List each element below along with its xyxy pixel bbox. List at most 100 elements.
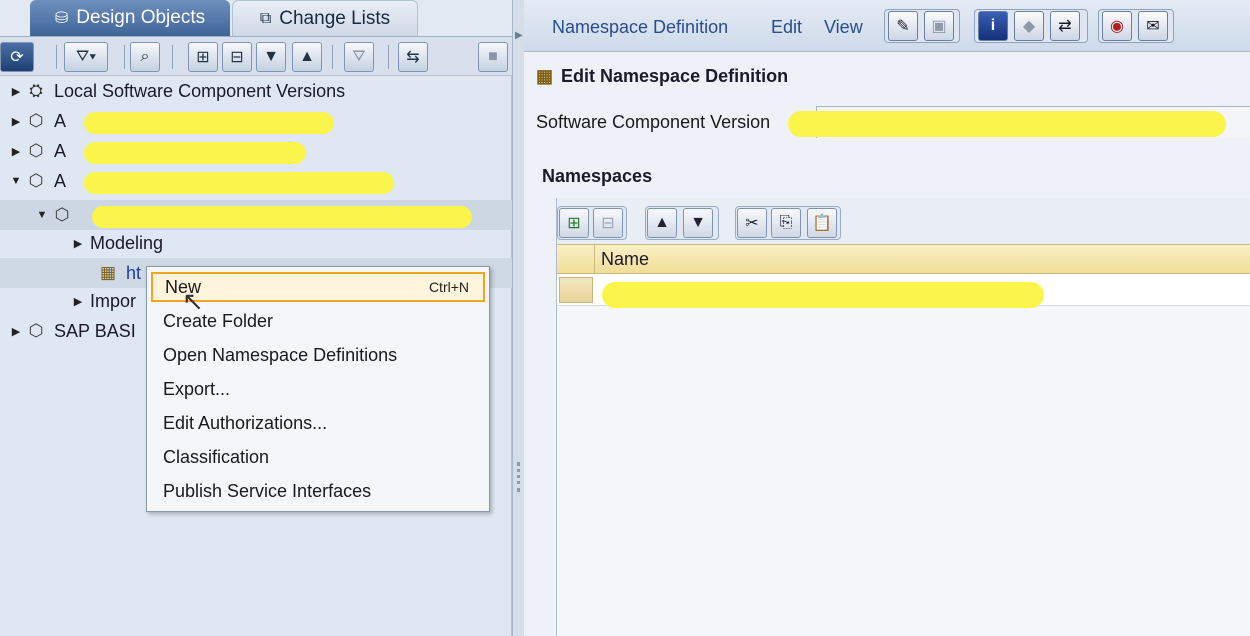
arrow-up-icon[interactable]: ▲ (292, 42, 322, 72)
tab-change-lists-label: Change Lists (279, 7, 391, 29)
software-component-version-label: Software Component Version (536, 112, 771, 132)
row-selector[interactable] (559, 277, 593, 303)
editor-pane: Namespace Definition Edit View ✎ ▣ i ◆ ⇄… (524, 0, 1250, 636)
edit-pencil-icon[interactable]: ✎ (888, 11, 918, 41)
arrow-down-icon[interactable]: ▼ (256, 42, 286, 72)
paste-icon[interactable]: 📋 (807, 208, 837, 238)
navigation-tabs: ⛁ Design Objects ⧉ Change Lists (0, 0, 512, 36)
chevron-right-icon[interactable]: ▶ (70, 237, 86, 250)
menu-item-export[interactable]: Export... (151, 374, 485, 404)
chevron-right-icon[interactable]: ▶ (8, 325, 24, 338)
save-icon[interactable]: ▣ (924, 11, 954, 41)
chevron-right-icon[interactable]: ▶ (70, 295, 86, 308)
toolbar-separator (124, 45, 125, 69)
expand-all-icon[interactable]: ⊞ (188, 42, 218, 72)
menu-item-label: Open Namespace Definitions (163, 344, 398, 365)
table-header: Name (557, 244, 1250, 274)
tree-item-label: A (54, 110, 67, 131)
namespaces-table: ⊞ ⊟ ▲ ▼ ✂ ⎘ 📋 Name (556, 198, 1250, 636)
mouse-cursor-icon: ↖ (182, 286, 204, 316)
tree-item-component-1[interactable]: ▶ ⬡ A (8, 106, 66, 136)
chevron-right-icon[interactable]: ▶ (8, 115, 24, 128)
menu-item-label: Export... (163, 378, 231, 399)
cube-icon: ⬡ (28, 171, 44, 190)
tree-item-label: SAP BASI (54, 320, 136, 341)
toolbar-separator (172, 45, 173, 69)
tab-design-objects[interactable]: ⛁ Design Objects (30, 0, 230, 36)
tab-change-lists[interactable]: ⧉ Change Lists (232, 0, 418, 36)
info-icon[interactable]: i (978, 11, 1008, 41)
tree-item-component-3[interactable]: ▼ ⬡ A (8, 166, 66, 196)
cut-icon[interactable]: ✂ (737, 208, 767, 238)
menu-item-edit-authorizations[interactable]: Edit Authorizations... (151, 408, 485, 438)
move-up-icon[interactable]: ▲ (647, 208, 677, 238)
toolbar-separator (388, 45, 389, 69)
redaction-highlight (84, 172, 394, 194)
filter-disabled-icon[interactable]: ⛛ (344, 42, 374, 72)
delete-row-icon[interactable]: ⊟ (593, 208, 623, 238)
redaction-highlight (84, 112, 334, 134)
insert-row-icon[interactable]: ⊞ (559, 208, 589, 238)
tree-item-local-scv[interactable]: ▶ ⛭ Local Software Component Versions (8, 76, 345, 106)
tab-design-objects-label: Design Objects (76, 7, 206, 28)
menu-item-label: Classification (163, 446, 270, 467)
navigation-toolbar: ⟳ ⛛▾ ⌕ ⊞ ⊟ ▼ ▲ ⛛ ⇆ ■ (0, 36, 512, 76)
chevron-down-icon[interactable]: ▼ (34, 209, 50, 221)
tree-item-label: Impor (90, 290, 137, 311)
copy-icon[interactable]: ⎘ (771, 208, 801, 238)
tree-item-sap-basis[interactable]: ▶ ⬡ SAP BASI (8, 316, 136, 346)
form-title: ▦ Edit Namespace Definition (536, 66, 788, 87)
maximize-icon[interactable]: ■ (478, 42, 508, 72)
document-icon[interactable]: ✉ (1138, 11, 1168, 41)
menu-namespace-definition[interactable]: Namespace Definition (552, 17, 728, 38)
tree-item-label: A (54, 170, 67, 191)
namespaces-table-toolbar: ⊞ ⊟ ▲ ▼ ✂ ⎘ 📋 (557, 198, 1250, 244)
refresh-icon[interactable]: ⟳ (0, 42, 34, 72)
menu-item-publish-service-interfaces[interactable]: Publish Service Interfaces (151, 476, 485, 506)
tree-item-component-2[interactable]: ▶ ⬡ A (8, 136, 66, 166)
menu-item-classification[interactable]: Classification (151, 442, 485, 472)
select-all-cell[interactable] (557, 245, 595, 273)
toolbar-separator (56, 45, 57, 69)
design-objects-icon: ⛁ (54, 10, 69, 27)
tree-item-imported-objects[interactable]: ▶ Impor (70, 286, 136, 316)
redaction-highlight (788, 111, 1226, 137)
menu-item-label: Create Folder (163, 310, 274, 331)
toolbar-separator (332, 45, 333, 69)
where-used-icon[interactable]: ⇄ (1050, 11, 1080, 41)
hat-icon[interactable]: ◉ (1102, 11, 1132, 41)
tree-item-label: Modeling (90, 232, 164, 253)
form-title-text: Edit Namespace Definition (561, 66, 789, 86)
find-icon[interactable]: ⌕ (130, 42, 160, 72)
chevron-right-icon[interactable]: ▶ (8, 85, 24, 98)
redaction-highlight (602, 282, 1044, 308)
tree-item-label: A (54, 140, 67, 161)
filter-icon[interactable]: ⛛▾ (64, 42, 108, 72)
splitter-grip[interactable] (517, 462, 520, 492)
chevron-down-icon[interactable]: ▼ (8, 175, 24, 187)
redaction-highlight (84, 142, 306, 164)
cube-icon: ⬡ (28, 321, 44, 340)
namespace-url[interactable]: ht (126, 263, 141, 284)
tree-item-modeling[interactable]: ▶ Modeling (70, 228, 163, 258)
sync-icon[interactable]: ⇆ (398, 42, 428, 72)
namespaces-label: Namespaces (542, 166, 653, 186)
menu-edit[interactable]: Edit (771, 17, 802, 38)
move-down-icon[interactable]: ▼ (683, 208, 713, 238)
menu-view[interactable]: View (824, 17, 863, 38)
software-component-icon: ⛭ (29, 81, 43, 100)
collapse-arrow-icon[interactable]: ▶ (515, 30, 523, 41)
chevron-right-icon[interactable]: ▶ (8, 145, 24, 158)
namespace-definition-icon: ▦ (536, 66, 554, 86)
column-header-name[interactable]: Name (601, 249, 649, 270)
menu-item-label: Publish Service Interfaces (163, 480, 372, 501)
menu-item-open-namespace-definitions[interactable]: Open Namespace Definitions (151, 340, 485, 370)
cube-version-icon: ⬡ (54, 205, 70, 224)
namespace-icon: ▦ (99, 263, 117, 282)
collapse-all-icon[interactable]: ⊟ (222, 42, 252, 72)
cube-icon: ⬡ (28, 111, 44, 130)
cube-icon: ⬡ (28, 141, 44, 160)
activate-icon[interactable]: ◆ (1014, 11, 1044, 41)
pane-splitter[interactable]: ▶ (512, 0, 524, 636)
menu-shortcut: Ctrl+N (428, 279, 469, 295)
